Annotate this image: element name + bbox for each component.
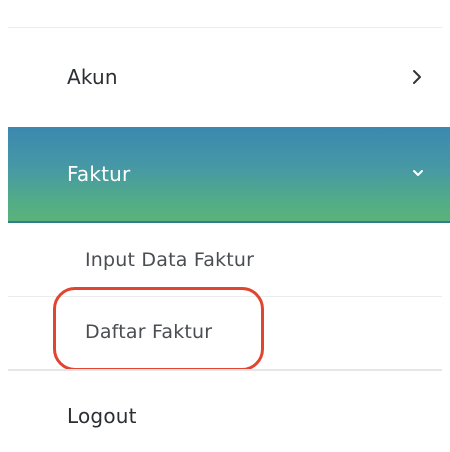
menu-item-akun[interactable]: Akun (8, 28, 450, 126)
submenu-item-daftar-faktur[interactable]: Daftar Faktur (8, 296, 450, 368)
submenu-item-input-data-faktur[interactable]: Input Data Faktur (8, 224, 450, 296)
menu-item-logout[interactable]: Logout (8, 370, 450, 452)
chevron-right-icon (408, 67, 426, 87)
menu-item-label: Faktur (67, 162, 131, 186)
side-menu: Akun Faktur Input Data Faktur Daftar Fak… (0, 0, 450, 452)
submenu-item-label: Input Data Faktur (85, 249, 255, 271)
submenu-item-label: Daftar Faktur (85, 321, 213, 343)
menu-item-label: Akun (67, 65, 118, 89)
chevron-down-icon (410, 165, 426, 181)
menu-item-label: Logout (67, 404, 137, 428)
menu-item-faktur[interactable]: Faktur (8, 127, 450, 223)
